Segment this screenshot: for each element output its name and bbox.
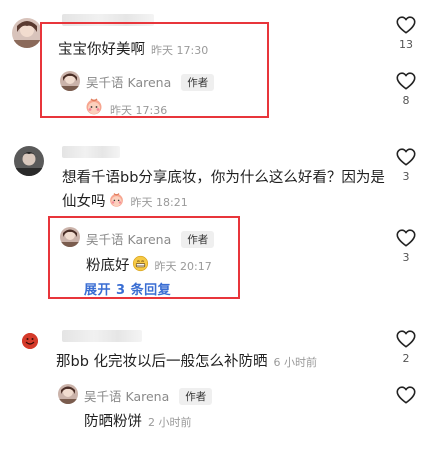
like-button[interactable]: 3 (394, 146, 418, 183)
avatar[interactable] (22, 333, 38, 349)
comment-time: 6 小时前 (273, 356, 318, 369)
heart-icon (395, 70, 417, 92)
avatar[interactable] (12, 18, 42, 48)
heart-icon (395, 146, 417, 168)
reply-text: 防晒粉饼 2 小时前 (84, 414, 192, 430)
heart-icon (395, 14, 417, 36)
like-button[interactable]: 8 (394, 70, 418, 107)
commenter-name[interactable] (62, 330, 142, 342)
avatar[interactable] (14, 146, 44, 176)
like-button[interactable]: 2 (394, 328, 418, 365)
like-count: 3 (402, 251, 410, 264)
peach-face-emoji-icon (108, 191, 125, 208)
like-count: 2 (402, 352, 410, 365)
comment-text: 那bb 化完妆以后一般怎么补防晒 6 小时前 (56, 354, 318, 370)
like-button[interactable] (394, 384, 418, 406)
like-count: 13 (399, 38, 413, 51)
like-count: 3 (402, 170, 410, 183)
commenter-name[interactable] (62, 146, 120, 158)
heart-icon (395, 328, 417, 350)
like-button[interactable]: 3 (394, 227, 418, 264)
heart-icon (395, 384, 417, 406)
comment-text: 想看千语bb分享底妆，你为什么这么好看？因为是仙女吗 昨天 18:21 (62, 170, 385, 210)
author-avatar[interactable] (58, 384, 78, 404)
like-button[interactable]: 13 (394, 14, 418, 51)
highlight-box (48, 216, 240, 299)
author-badge: 作者 (179, 388, 213, 405)
heart-icon (395, 227, 417, 249)
reply-time: 2 小时前 (148, 416, 192, 429)
comment-time: 昨天 18:21 (130, 196, 188, 209)
like-count: 8 (402, 94, 410, 107)
reply-author-name[interactable]: 吴千语 Karena 作者 (84, 386, 213, 405)
highlight-box (40, 22, 269, 118)
